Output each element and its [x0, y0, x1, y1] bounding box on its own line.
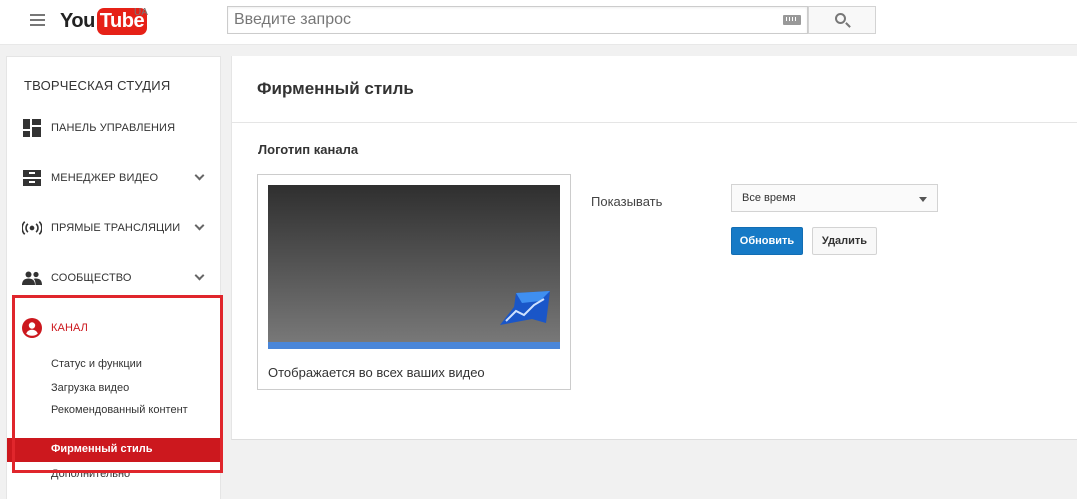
update-button[interactable]: Обновить — [731, 227, 803, 255]
display-time-label: Показывать — [591, 194, 663, 209]
sidebar-subitem-featured[interactable]: Рекомендованный контент — [7, 402, 201, 418]
sidebar-item-label: ПАНЕЛЬ УПРАВЛЕНИЯ — [51, 122, 176, 134]
search-button[interactable] — [808, 6, 876, 34]
youtube-logo[interactable]: You Tube UA — [60, 6, 148, 36]
search-box — [227, 6, 808, 34]
watermark-preview — [268, 185, 560, 349]
keyboard-icon[interactable] — [783, 15, 801, 25]
video-manager-icon — [22, 168, 42, 188]
page-title: Фирменный стиль — [257, 79, 414, 98]
chevron-down-icon[interactable] — [194, 170, 205, 181]
sidebar-item-label: КАНАЛ — [51, 322, 88, 334]
watermark-logo-icon — [500, 291, 550, 325]
studio-title[interactable]: ТВОРЧЕСКАЯ СТУДИЯ — [24, 78, 170, 93]
player-progress-bar — [268, 342, 560, 349]
sidebar-subitem-upload[interactable]: Загрузка видео — [7, 380, 220, 396]
page-header: Фирменный стиль — [232, 56, 1077, 123]
sidebar-item-community[interactable]: СООБЩЕСТВО — [7, 262, 220, 294]
display-time-select[interactable]: Все время — [731, 184, 938, 212]
sidebar-item-label: ПРЯМЫЕ ТРАНСЛЯЦИИ — [51, 222, 181, 234]
main-panel: Фирменный стиль Логотип канала Отображае… — [231, 56, 1077, 440]
region-label: UA — [134, 7, 148, 18]
section-title: Логотип канала — [258, 142, 359, 157]
chevron-down-icon[interactable] — [194, 270, 205, 281]
sidebar-item-channel[interactable]: КАНАЛ — [7, 312, 220, 344]
sidebar-item-label: СООБЩЕСТВО — [51, 272, 132, 284]
caret-down-icon — [919, 197, 927, 202]
live-stream-icon — [22, 218, 42, 238]
top-header: You Tube UA — [0, 0, 1077, 45]
community-icon — [22, 268, 42, 288]
sidebar-item-video-manager[interactable]: МЕНЕДЖЕР ВИДЕО — [7, 162, 220, 194]
watermark-card: Отображается во всех ваших видео — [257, 174, 571, 390]
card-caption: Отображается во всех ваших видео — [268, 365, 485, 380]
sidebar-subitem-branding[interactable]: Фирменный стиль — [7, 438, 220, 462]
sidebar-subitem-advanced[interactable]: Дополнительно — [7, 466, 220, 482]
delete-button[interactable]: Удалить — [812, 227, 877, 255]
logo-you-text: You — [60, 9, 95, 32]
search-input[interactable] — [228, 7, 768, 33]
sidebar-item-live[interactable]: ПРЯМЫЕ ТРАНСЛЯЦИИ — [7, 212, 220, 244]
menu-icon[interactable] — [30, 14, 45, 26]
sidebar-item-dashboard[interactable]: ПАНЕЛЬ УПРАВЛЕНИЯ — [7, 112, 220, 144]
display-time-value: Все время — [742, 192, 796, 204]
chevron-down-icon[interactable] — [194, 220, 205, 231]
studio-sidebar: ТВОРЧЕСКАЯ СТУДИЯ ПАНЕЛЬ УПРАВЛЕНИЯ МЕНЕ… — [6, 56, 221, 499]
sidebar-item-label: МЕНЕДЖЕР ВИДЕО — [51, 172, 159, 184]
dashboard-icon — [22, 118, 42, 138]
sidebar-subitem-status[interactable]: Статус и функции — [7, 356, 220, 372]
channel-icon — [22, 318, 42, 338]
search-icon — [835, 13, 846, 24]
